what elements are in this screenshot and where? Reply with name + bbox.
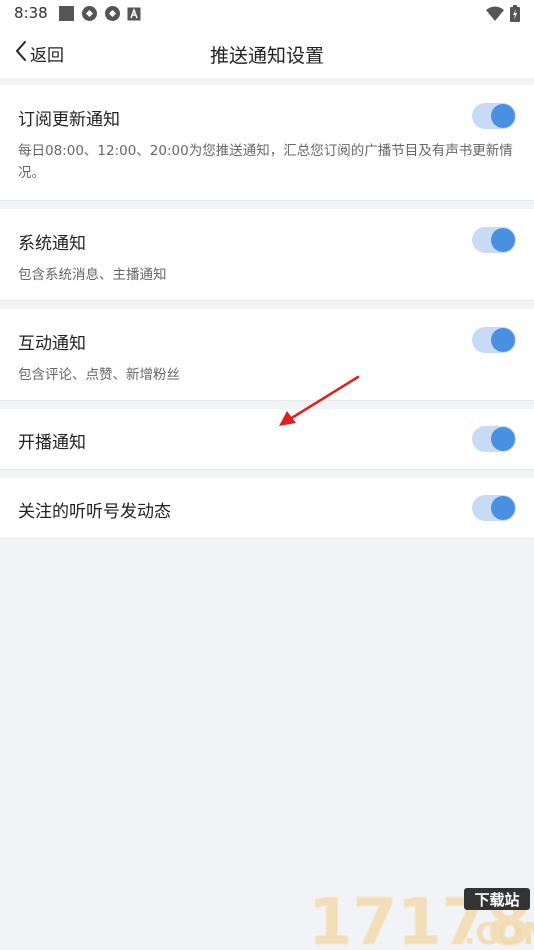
setting-title: 关注的听听号发动态 (18, 502, 171, 522)
sync-icon (81, 5, 98, 26)
setting-followed-account-updates: 关注的听听号发动态 (0, 478, 534, 539)
status-icons-right (486, 5, 520, 26)
setting-description: 包含评论、点赞、新增粉丝 (18, 367, 180, 383)
setting-title: 订阅更新通知 (18, 110, 120, 130)
setting-title: 互动通知 (18, 334, 86, 354)
followed-account-updates-toggle[interactable] (472, 495, 516, 521)
status-bar: 8:38 (0, 0, 534, 28)
interaction-notice-toggle[interactable] (472, 327, 516, 353)
setting-description: 每日08:00、12:00、20:00为您推送通知，汇总您订阅的广播节目及有声书… (18, 143, 513, 181)
sync-icon (104, 5, 121, 26)
setting-live-start-notice: 开播通知 (0, 409, 534, 470)
nav-bar: 返回 推送通知设置 (0, 28, 534, 78)
page-title: 推送通知设置 (209, 45, 324, 67)
subscription-update-toggle[interactable] (472, 103, 516, 129)
watermark-badge: 下载站 (474, 891, 519, 909)
annotation-arrow (279, 375, 360, 426)
setting-interaction-notice: 互动通知 包含评论、点赞、新增粉丝 (0, 309, 534, 401)
toggle-knob (491, 228, 515, 252)
live-start-notice-toggle[interactable] (472, 426, 516, 452)
toggle-knob (491, 328, 515, 352)
a-badge-icon (127, 6, 141, 25)
toggle-knob (491, 427, 515, 451)
system-notice-toggle[interactable] (472, 227, 516, 253)
watermark-logo: 17178 下载站 .COM (308, 886, 534, 950)
setting-title: 系统通知 (18, 234, 86, 254)
settings-list: 订阅更新通知 每日08:00、12:00、20:00为您推送通知，汇总您订阅的广… (0, 85, 534, 539)
toggle-knob (491, 104, 515, 128)
status-time: 8:38 (14, 4, 48, 22)
setting-title: 开播通知 (18, 433, 86, 453)
setting-subscription-update: 订阅更新通知 每日08:00、12:00、20:00为您推送通知，汇总您订阅的广… (0, 85, 534, 201)
setting-description: 包含系统消息、主播通知 (18, 267, 167, 283)
watermark-suffix: .COM (464, 917, 534, 950)
battery-icon (510, 5, 520, 26)
status-icons-left (58, 5, 141, 26)
wifi-icon (486, 6, 504, 25)
square-icon (58, 5, 75, 26)
toggle-knob (491, 496, 515, 520)
setting-system-notice: 系统通知 包含系统消息、主播通知 (0, 209, 534, 301)
